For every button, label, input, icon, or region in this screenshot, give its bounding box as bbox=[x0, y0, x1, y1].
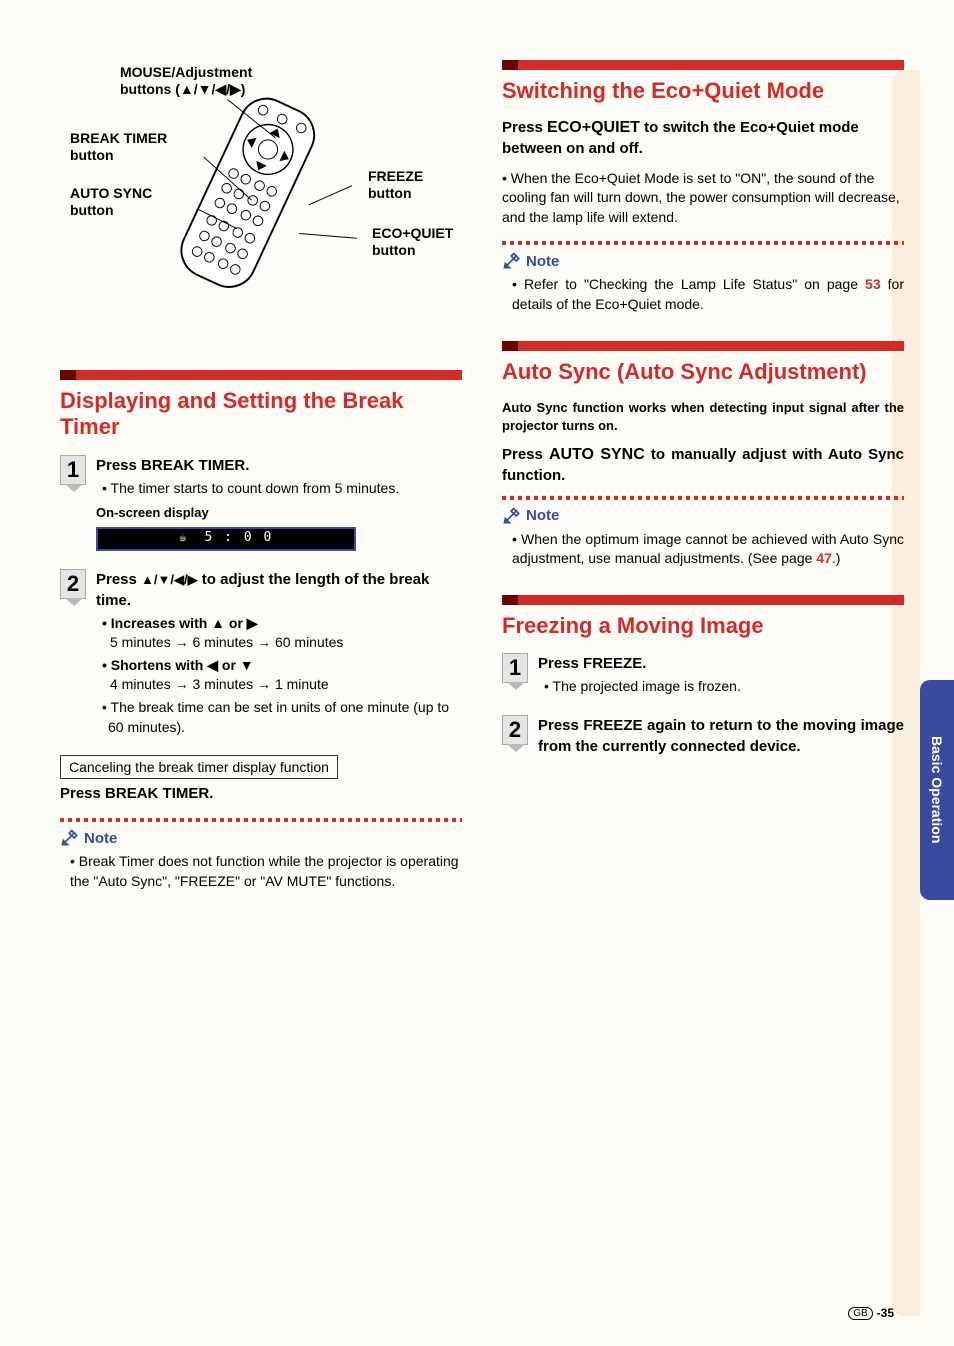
section-bar-autosync bbox=[502, 341, 904, 351]
note-text: • Break Timer does not function while th… bbox=[60, 852, 462, 891]
freeze2-btn: FREEZE bbox=[583, 717, 642, 734]
label-freeze-2: button bbox=[368, 185, 412, 201]
freeze2-press: Press bbox=[538, 717, 583, 734]
heading-break-timer: Displaying and Setting the Break Timer bbox=[60, 388, 462, 441]
note-icon bbox=[60, 828, 80, 848]
eco-intro-pre: Press bbox=[502, 119, 547, 136]
autosync-note-pre: • When the optimum image cannot be achie… bbox=[512, 531, 904, 567]
note-sep bbox=[60, 818, 462, 822]
label-autosync-1: AUTO SYNC bbox=[70, 185, 152, 201]
freeze1-bullet: • The projected image is frozen. bbox=[544, 677, 904, 697]
heading-freeze: Freezing a Moving Image bbox=[502, 613, 904, 639]
label-eco-1: ECO+QUIET bbox=[372, 225, 453, 241]
freeze1-dot: . bbox=[642, 655, 646, 672]
freeze-step-num-1: 1 bbox=[502, 653, 528, 683]
note-sep-autosync bbox=[502, 496, 904, 500]
note-icon-eco bbox=[502, 251, 522, 271]
section-bar bbox=[60, 370, 462, 380]
step2-inc-label: • Increases with ▲ or ▶ bbox=[102, 614, 462, 634]
step2-dec-label: • Shortens with ◀ or ▼ bbox=[102, 656, 462, 676]
label-breaktimer-2: button bbox=[70, 147, 114, 163]
page-num-text: -35 bbox=[877, 1306, 894, 1320]
label-breaktimer-1: BREAK TIMER bbox=[70, 130, 167, 146]
remote-diagram: MOUSE/Adjustment buttons (▲/▼/◀/▶) BREAK… bbox=[60, 60, 462, 340]
eco-bullet: • When the Eco+Quiet Mode is set to "ON"… bbox=[502, 169, 904, 228]
heading-autosync: Auto Sync (Auto Sync Adjustment) bbox=[502, 359, 904, 385]
note-title-autosync: Note bbox=[526, 507, 559, 524]
step1-btn: BREAK TIMER bbox=[141, 457, 245, 474]
step-num-1: 1 bbox=[60, 455, 86, 485]
label-autosync: AUTO SYNC button bbox=[70, 185, 152, 219]
autosync-intro: Auto Sync function works when detecting … bbox=[502, 399, 904, 435]
step-num-2: 2 bbox=[60, 569, 86, 599]
label-autosync-2: button bbox=[70, 202, 114, 218]
cancel-btn: BREAK TIMER bbox=[105, 785, 209, 802]
step2-dec-text: 4 minutes → 3 minutes → 1 minute bbox=[110, 675, 462, 695]
cup-icon: ☕ bbox=[179, 529, 189, 547]
autosync-note-page: 47 bbox=[816, 550, 832, 566]
freeze1-press: Press bbox=[538, 655, 583, 672]
autosync-note-post: .) bbox=[832, 550, 841, 566]
note-head: Note bbox=[60, 828, 462, 848]
freeze-step-2: 2 Press FREEZE again to return to the mo… bbox=[502, 715, 904, 757]
page-number: GB -35 bbox=[848, 1306, 894, 1320]
step-1: 1 Press BREAK TIMER. • The timer starts … bbox=[60, 455, 462, 551]
osd-display: ☕ 5 : 0 0 bbox=[96, 527, 356, 551]
freeze-step-1: 1 Press FREEZE. • The projected image is… bbox=[502, 653, 904, 697]
note-icon-autosync bbox=[502, 506, 522, 526]
step-2: 2 Press ▲/▼/◀/▶ to adjust the length of … bbox=[60, 569, 462, 738]
label-eco-2: button bbox=[372, 242, 416, 258]
note-sep-eco bbox=[502, 241, 904, 245]
autosync-press-btn: AUTO SYNC bbox=[549, 446, 645, 463]
label-breaktimer: BREAK TIMER button bbox=[70, 130, 167, 164]
cancel-dot: . bbox=[209, 785, 213, 802]
step2-press: Press bbox=[96, 571, 141, 588]
cancel-box: Canceling the break timer display functi… bbox=[60, 755, 338, 779]
note-head-eco: Note bbox=[502, 251, 904, 271]
step1-press: Press bbox=[96, 457, 141, 474]
eco-intro-btn: ECO+QUIET bbox=[547, 119, 640, 136]
note-title: Note bbox=[84, 830, 117, 847]
heading-eco: Switching the Eco+Quiet Mode bbox=[502, 78, 904, 104]
cancel-press: Press bbox=[60, 785, 105, 802]
label-freeze: FREEZE button bbox=[368, 168, 423, 202]
step2-inc-text: 5 minutes → 6 minutes → 60 minutes bbox=[110, 633, 462, 653]
osd-time: 5 : 0 0 bbox=[205, 529, 274, 547]
step1-bullet: • The timer starts to count down from 5 … bbox=[102, 479, 462, 499]
note-title-eco: Note bbox=[526, 253, 559, 270]
eco-note-page: 53 bbox=[865, 276, 881, 292]
label-mouse-1: MOUSE/Adjustment bbox=[120, 64, 252, 80]
eco-note-pre: • Refer to "Checking the Lamp Life Statu… bbox=[512, 276, 865, 292]
freeze1-btn: FREEZE bbox=[583, 655, 642, 672]
label-mouse-2: buttons (▲/▼/◀/▶) bbox=[120, 81, 245, 97]
osd-label: On-screen display bbox=[96, 504, 462, 522]
section-bar-eco bbox=[502, 60, 904, 70]
step2-unit: • The break time can be set in units of … bbox=[102, 698, 462, 737]
step1-dot: . bbox=[245, 457, 249, 474]
section-bar-freeze bbox=[502, 595, 904, 605]
freeze-step-num-2: 2 bbox=[502, 715, 528, 745]
autosync-press-pre: Press bbox=[502, 446, 549, 463]
region-badge: GB bbox=[848, 1307, 872, 1320]
label-freeze-1: FREEZE bbox=[368, 168, 423, 184]
label-eco: ECO+QUIET button bbox=[372, 225, 453, 259]
note-head-autosync: Note bbox=[502, 506, 904, 526]
label-mouse: MOUSE/Adjustment buttons (▲/▼/◀/▶) bbox=[120, 64, 252, 98]
step2-arrows: ▲/▼/◀/▶ bbox=[141, 572, 198, 587]
